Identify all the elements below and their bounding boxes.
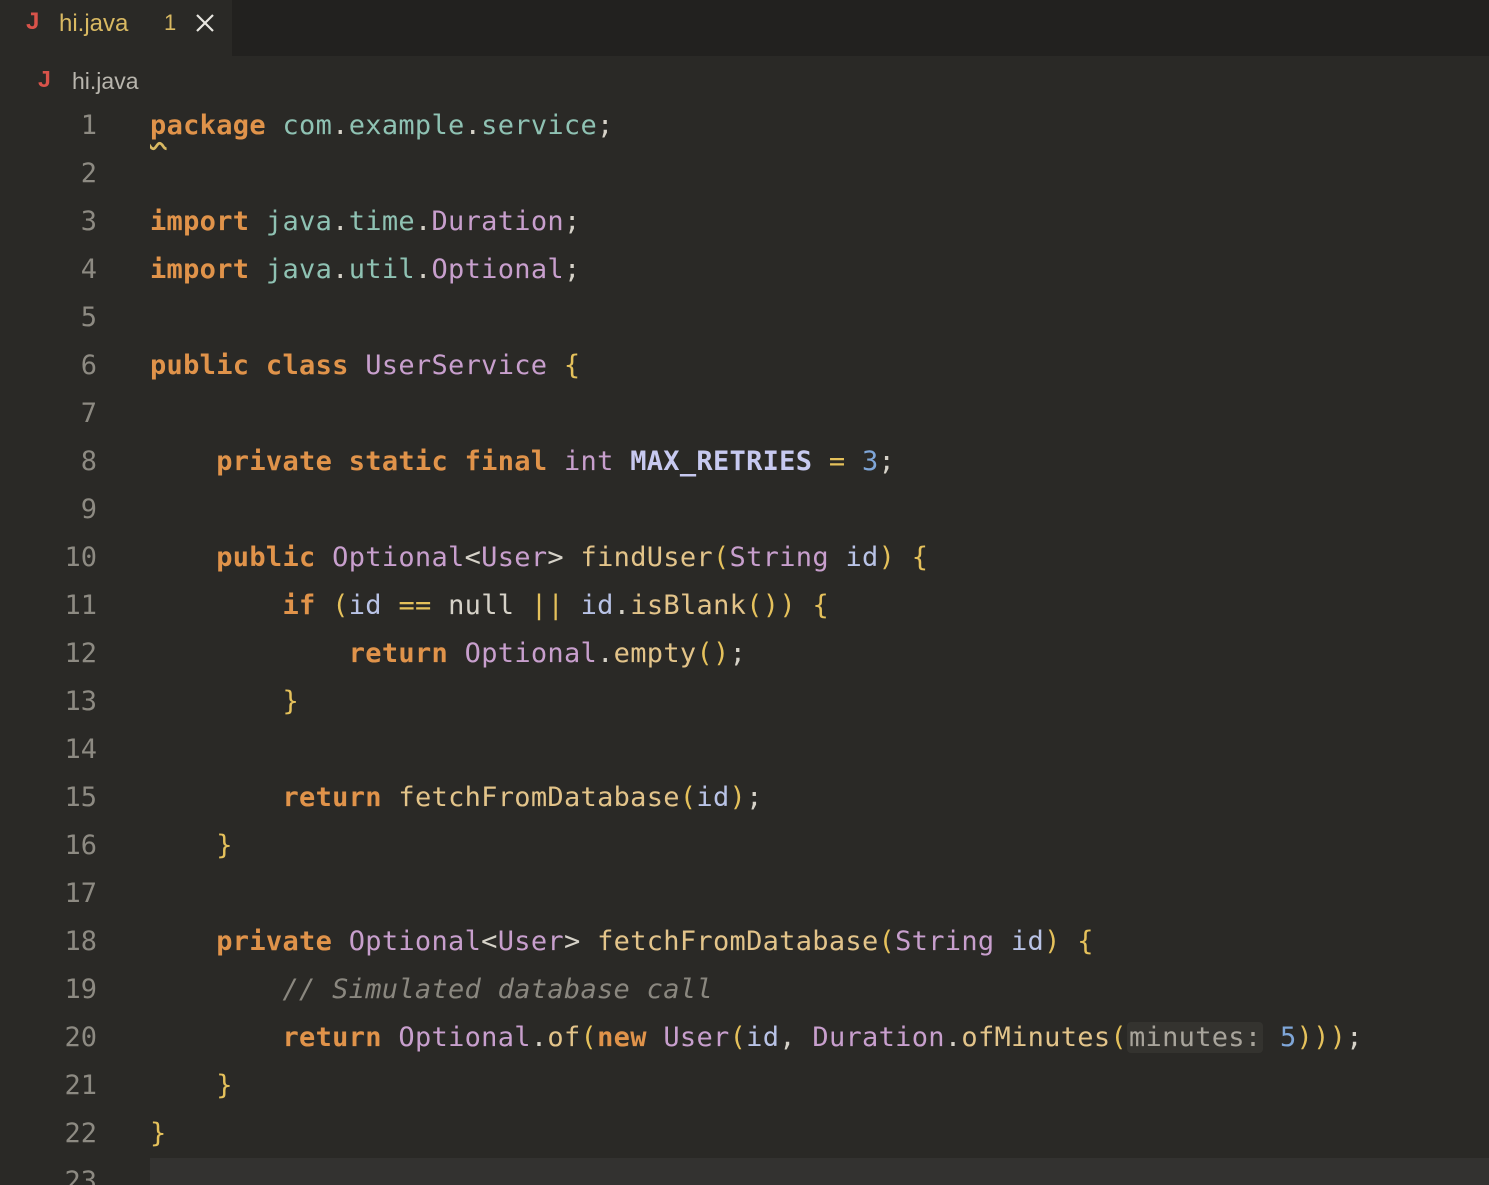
code-line[interactable]: 15 return fetchFromDatabase(id); bbox=[0, 774, 1489, 822]
code-text: public class UserService { bbox=[150, 350, 581, 381]
close-icon[interactable] bbox=[193, 11, 217, 35]
line-number: 7 bbox=[80, 398, 97, 429]
code-line[interactable]: 21 } bbox=[0, 1062, 1489, 1110]
code-text: return Optional.of(new User(id, Duration… bbox=[282, 1022, 1363, 1053]
problem-count-badge: 1 bbox=[164, 10, 177, 35]
line-number: 17 bbox=[64, 878, 97, 909]
tab-label: hi.java bbox=[59, 10, 129, 37]
code-line[interactable]: 8 private static final int MAX_RETRIES =… bbox=[0, 438, 1489, 486]
line-number: 21 bbox=[64, 1070, 97, 1101]
code-line[interactable]: 5 bbox=[0, 294, 1489, 342]
line-number: 19 bbox=[64, 974, 97, 1005]
line-number: 2 bbox=[80, 158, 97, 189]
line-number: 18 bbox=[64, 926, 97, 957]
code-text: public Optional<User> findUser(String id… bbox=[216, 542, 929, 573]
code-text: // Simulated database call bbox=[282, 974, 713, 1005]
code-line[interactable]: 18 private Optional<User> fetchFromDatab… bbox=[0, 918, 1489, 966]
code-line[interactable]: 6 public class UserService { bbox=[0, 342, 1489, 390]
code-text: return Optional.empty(); bbox=[348, 638, 747, 669]
code-line[interactable]: 20 return Optional.of(new User(id, Durat… bbox=[0, 1014, 1489, 1062]
code-line[interactable]: 13 } bbox=[0, 678, 1489, 726]
code-line[interactable]: 10 public Optional<User> findUser(String… bbox=[0, 534, 1489, 582]
breadcrumb: J hi.java bbox=[0, 56, 1489, 104]
java-file-icon: J bbox=[26, 8, 40, 35]
code-editor: J hi.java 1 J hi.java 1 package com.examp… bbox=[0, 0, 1489, 1185]
code-text: } bbox=[216, 1070, 233, 1101]
line-number: 15 bbox=[64, 782, 97, 813]
line-number: 3 bbox=[80, 206, 97, 237]
code-text: package com.example.service; bbox=[150, 110, 614, 141]
code-line[interactable]: 14 bbox=[0, 726, 1489, 774]
code-line[interactable]: 3 import java.time.Duration; bbox=[0, 198, 1489, 246]
code-line[interactable]: 2 bbox=[0, 150, 1489, 198]
line-number: 20 bbox=[64, 1022, 97, 1053]
code-text: return fetchFromDatabase(id); bbox=[282, 782, 763, 813]
code-text: private Optional<User> fetchFromDatabase… bbox=[216, 926, 1094, 957]
line-number: 1 bbox=[80, 110, 97, 141]
code-line[interactable]: 11 if (id == null || id.isBlank()) { bbox=[0, 582, 1489, 630]
code-text: } bbox=[150, 1118, 167, 1149]
line-number: 11 bbox=[64, 590, 97, 621]
code-line[interactable]: 19 // Simulated database call bbox=[0, 966, 1489, 1014]
code-text: import java.time.Duration; bbox=[150, 206, 581, 237]
code-line[interactable]: 17 bbox=[0, 870, 1489, 918]
code-text: if (id == null || id.isBlank()) { bbox=[282, 590, 829, 621]
line-number: 14 bbox=[64, 734, 97, 765]
code-text: } bbox=[282, 686, 300, 717]
line-number: 16 bbox=[64, 830, 97, 861]
code-line[interactable]: 4 import java.util.Optional; bbox=[0, 246, 1489, 294]
java-file-icon: J bbox=[38, 66, 51, 92]
inlay-hint: minutes: bbox=[1126, 1022, 1264, 1053]
code-line[interactable]: 12 return Optional.empty(); bbox=[0, 630, 1489, 678]
code-text: private static final int MAX_RETRIES = 3… bbox=[216, 446, 896, 477]
code-line[interactable]: 7 bbox=[0, 390, 1489, 438]
line-number: 23 bbox=[64, 1166, 97, 1185]
line-number: 6 bbox=[80, 350, 97, 381]
line-number: 13 bbox=[64, 686, 97, 717]
line-number: 4 bbox=[80, 254, 97, 285]
tab-bar: J hi.java 1 bbox=[0, 0, 1489, 56]
code-line[interactable]: 23 bbox=[0, 1158, 1489, 1185]
line-number: 5 bbox=[80, 302, 97, 333]
code-text: import java.util.Optional; bbox=[150, 254, 581, 285]
code-area[interactable]: 1 package com.example.service; 2 3 import ja… bbox=[0, 102, 1489, 1185]
code-text: } bbox=[216, 830, 233, 861]
tab-hi-java[interactable]: J hi.java 1 bbox=[0, 0, 232, 56]
line-number: 10 bbox=[64, 542, 97, 573]
breadcrumb-file[interactable]: hi.java bbox=[72, 68, 138, 95]
code-line[interactable]: 22} bbox=[0, 1110, 1489, 1158]
code-line[interactable]: 16 } bbox=[0, 822, 1489, 870]
line-number: 8 bbox=[80, 446, 97, 477]
code-line[interactable]: 1 package com.example.service; bbox=[0, 102, 1489, 150]
line-number: 9 bbox=[80, 494, 97, 525]
code-line[interactable]: 9 bbox=[0, 486, 1489, 534]
line-number: 22 bbox=[64, 1118, 97, 1149]
line-number: 12 bbox=[64, 638, 97, 669]
